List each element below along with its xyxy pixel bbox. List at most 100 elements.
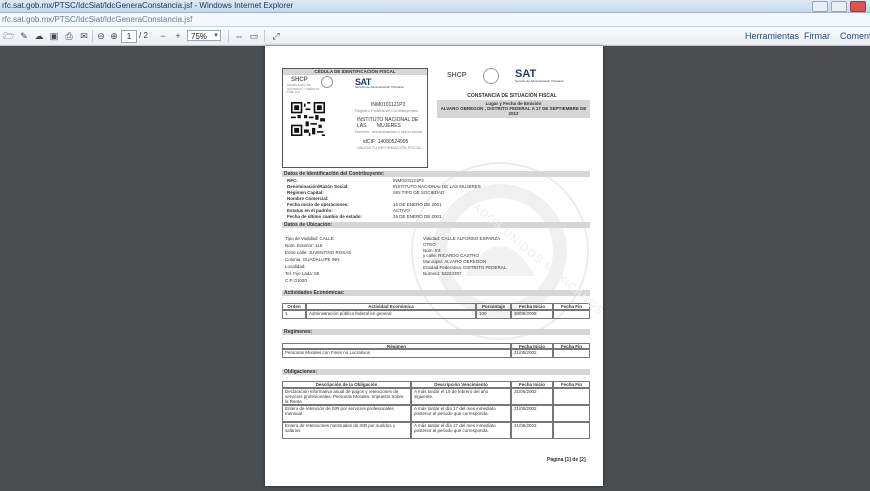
save-icon[interactable]: ▣ xyxy=(48,30,60,42)
sat-subtitle: Servicio de Administración Tributaria xyxy=(515,79,564,83)
maximize-icon[interactable] xyxy=(831,1,847,12)
cloud-icon[interactable]: ☁ xyxy=(33,30,45,42)
table-cell: A más tardar el día 17 del mes inmediato… xyxy=(411,422,511,439)
page-total: / 2 xyxy=(139,31,148,40)
address-field: Tipo de Vialidad: CALLE xyxy=(285,236,334,241)
card-header: CÉDULA DE IDENTIFICACIÓN FISCAL xyxy=(283,69,427,75)
table-header-cell: Descripción Vencimiento xyxy=(411,381,511,388)
table-cell xyxy=(553,349,590,358)
mexico-seal-icon xyxy=(321,76,333,88)
open-icon[interactable]: 🗁 xyxy=(3,30,15,42)
emission-value: ALVARO OBREGON , DISTRITO FEDERAL A 17 D… xyxy=(440,106,587,116)
address-url[interactable]: rfc.sat.gob.mx/PTSC/IdcSiat/IdcGeneraCon… xyxy=(2,13,192,26)
field-label: Denominación/Razón Social: xyxy=(287,184,349,189)
field-value: INSTITUTO NACIONAL DE LAS MUJERES xyxy=(393,184,481,189)
table-header-cell: Fecha Inicio xyxy=(511,381,553,388)
card-name-caption: Nombre, denominación o razón social xyxy=(355,129,423,134)
qr-code-icon xyxy=(291,102,325,136)
section-regimenes: Regímenes: xyxy=(282,329,590,335)
minimize-icon[interactable] xyxy=(812,1,828,12)
field-value: ACTIVO xyxy=(393,208,410,213)
table-cell: Declaración informativa anual de pagos y… xyxy=(282,388,411,405)
chevron-down-icon: ▼ xyxy=(213,33,219,39)
section-ubicacion: Datos de Ubicación: xyxy=(282,222,590,228)
table-header-cell: Actividad Económica xyxy=(306,303,476,310)
address-bar[interactable]: rfc.sat.gob.mx/PTSC/IdcSiat/IdcGeneraCon… xyxy=(0,13,870,27)
fullscreen-icon[interactable]: ⤢ xyxy=(270,30,282,42)
table-cell xyxy=(553,388,590,405)
window-controls xyxy=(812,1,866,12)
table-cell xyxy=(553,310,590,319)
section-actividades: Actividades Económicas: xyxy=(282,290,590,296)
table-cell: 30/05/2008 xyxy=(511,310,553,319)
identification-card: CÉDULA DE IDENTIFICACIÓN FISCAL SHCP SEC… xyxy=(282,68,428,168)
table-cell: 31/05/2002 xyxy=(511,405,553,422)
table-cell: Administración pública federal en genera… xyxy=(306,310,476,319)
address-field: OTEO xyxy=(423,241,436,247)
field-value: INM0101121P2 xyxy=(393,178,424,183)
address-field: Vialidad: CALLE ALFONSO ESPARZA xyxy=(423,236,501,241)
window-title: rfc.sat.gob.mx/PTSC/IdcSiat/IdcGeneraCon… xyxy=(2,1,294,10)
address-field: Núm. Exterior: 115 xyxy=(285,243,323,248)
address-field: Municipio: ALVARO OBREGON xyxy=(423,259,487,265)
toolbar-divider xyxy=(92,30,93,42)
zoom-select[interactable]: 75% ▼ xyxy=(187,30,221,41)
address-field: Localidad: xyxy=(285,264,306,269)
card-rfc-caption: Registro Federal de Contribuyentes xyxy=(355,108,419,113)
field-value: 15 DE ENERO DE 2001 xyxy=(393,214,442,219)
table-cell: 31/05/2002 xyxy=(511,422,553,439)
table-header-cell: Descripción de la Obligación xyxy=(282,381,411,388)
sign-link[interactable]: Firmar xyxy=(804,30,830,42)
table-cell: 31/05/2002 xyxy=(511,388,553,405)
field-label: Fecha inicio de operaciones: xyxy=(287,202,349,207)
address-field: Núm. Int: xyxy=(423,247,442,253)
table-cell: Entero de retención de ISR por servicios… xyxy=(282,405,411,422)
pdf-page: CÉDULA DE IDENTIFICACIÓN FISCAL SHCP SEC… xyxy=(265,46,603,486)
previous-page-icon[interactable]: ⊖ xyxy=(95,30,107,42)
table-cell: Personas Morales con Fines no Lucrativos xyxy=(282,349,511,358)
close-icon[interactable] xyxy=(850,1,866,12)
table-cell: A más tardar el 15 de febrero del año si… xyxy=(411,388,511,405)
field-label: Régimen Capital: xyxy=(287,190,324,195)
field-label: Nombre Comercial: xyxy=(287,196,329,201)
table-cell: 100 xyxy=(476,310,511,319)
toolbar-divider xyxy=(264,30,265,42)
emission-box: Lugar y Fecha de Emisión ALVARO OBREGON … xyxy=(437,100,590,118)
section-contribuyente: Datos de Identificación del Contribuyent… xyxy=(282,171,590,177)
table-cell xyxy=(553,405,590,422)
edit-icon[interactable]: ✎ xyxy=(18,30,30,42)
field-label: Fecha de último cambio de estado: xyxy=(287,214,363,219)
page-number-input[interactable]: 1 xyxy=(121,30,137,43)
tools-link[interactable]: Herramientas xyxy=(745,30,799,42)
print-icon[interactable]: ⎙ xyxy=(63,30,75,42)
field-value: 15 DE ENERO DE 2001 xyxy=(393,202,442,207)
address-field: Entre calle: JUVENTINO ROSAS xyxy=(285,250,352,255)
address-field: Colonia: GUADALUPE INN xyxy=(285,257,340,262)
field-label: RFC: xyxy=(287,178,298,183)
table-header-cell: Porcentaje xyxy=(476,303,511,310)
fit-width-icon[interactable]: ⇔ xyxy=(233,30,245,42)
table-cell: Entero de retenciones mensuales de ISR p… xyxy=(282,422,411,439)
field-label: Estatus en el padrón: xyxy=(287,208,333,213)
fit-page-icon[interactable]: ▭ xyxy=(248,30,260,42)
address-field: C.P.:01020 xyxy=(285,278,307,283)
table-cell: 1 xyxy=(282,310,306,319)
page-footer: Página [1] de [2] xyxy=(547,457,586,463)
comment-link[interactable]: Comentar xyxy=(840,30,870,42)
field-value: SIN TIPO DE SOCIEDAD xyxy=(393,190,445,195)
toolbar-divider xyxy=(228,30,229,42)
card-idcif-caption: VALIDA TU INFORMACIÓN FISCAL xyxy=(357,145,422,150)
table-header-cell: Fecha Inicio xyxy=(511,303,553,310)
zoom-out-icon[interactable]: − xyxy=(157,30,169,42)
table-cell xyxy=(553,422,590,439)
pdf-toolbar: 🗁 ✎ ☁ ▣ ⎙ ✉ ⊖ ⊕ 1 / 2 − + 75% ▼ ⇔ ▭ ⤢ Her… xyxy=(0,27,870,46)
mexico-seal-icon xyxy=(483,68,499,84)
table-header-cell: Orden xyxy=(282,303,306,310)
address-field: Entidad Federativa: DISTRITO FEDERAL xyxy=(423,265,507,270)
zoom-in-icon[interactable]: + xyxy=(172,30,184,42)
address-field: Número: 53224397 xyxy=(423,270,462,276)
shcp-subtitle: SECRETARÍA DE HACIENDA Y CRÉDITO PÚBLICO xyxy=(287,83,320,94)
email-icon[interactable]: ✉ xyxy=(78,30,90,42)
table-cell: 31/05/2002 xyxy=(511,349,553,358)
next-page-icon[interactable]: ⊕ xyxy=(108,30,120,42)
